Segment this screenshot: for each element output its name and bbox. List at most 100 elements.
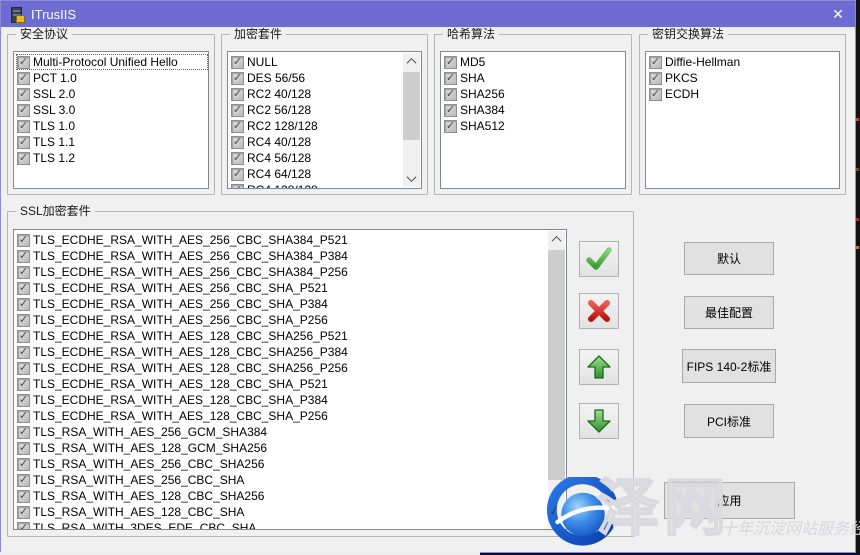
checkbox-checked-icon[interactable]: ✓ bbox=[17, 250, 30, 263]
confirm-button[interactable] bbox=[579, 241, 619, 277]
checkbox-checked-icon[interactable]: ✓ bbox=[17, 234, 30, 247]
checkbox-checked-icon[interactable]: ✓ bbox=[17, 362, 30, 375]
checkbox-checked-icon[interactable]: ✓ bbox=[17, 282, 30, 295]
checkbox-checked-icon[interactable]: ✓ bbox=[17, 410, 30, 423]
scroll-down-button[interactable] bbox=[548, 511, 565, 528]
checkbox-checked-icon[interactable]: ✓ bbox=[231, 152, 244, 165]
checkbox-checked-icon[interactable]: ✓ bbox=[17, 378, 30, 391]
checkbox-checked-icon[interactable]: ✓ bbox=[17, 298, 30, 311]
list-item[interactable]: ✓SHA256 bbox=[443, 86, 625, 102]
fips-button[interactable]: FIPS 140-2标准 bbox=[682, 349, 776, 383]
list-item[interactable]: ✓TLS_ECDHE_RSA_WITH_AES_128_CBC_SHA_P256 bbox=[16, 408, 566, 424]
checkbox-checked-icon[interactable]: ✓ bbox=[649, 56, 662, 69]
list-item[interactable]: ✓TLS_RSA_WITH_AES_128_GCM_SHA256 bbox=[16, 440, 566, 456]
checkbox-checked-icon[interactable]: ✓ bbox=[17, 104, 30, 117]
checkbox-checked-icon[interactable]: ✓ bbox=[17, 120, 30, 133]
checkbox-checked-icon[interactable]: ✓ bbox=[231, 56, 244, 69]
list-item[interactable]: ✓TLS_ECDHE_RSA_WITH_AES_256_CBC_SHA384_P… bbox=[16, 264, 566, 280]
checkbox-checked-icon[interactable]: ✓ bbox=[17, 394, 30, 407]
list-item[interactable]: ✓TLS_ECDHE_RSA_WITH_AES_256_CBC_SHA_P256 bbox=[16, 312, 566, 328]
checkbox-checked-icon[interactable]: ✓ bbox=[17, 426, 30, 439]
checkbox-checked-icon[interactable]: ✓ bbox=[231, 168, 244, 181]
checkbox-checked-icon[interactable]: ✓ bbox=[231, 184, 244, 190]
list-item[interactable]: ✓SHA384 bbox=[443, 102, 625, 118]
list-item[interactable]: ✓RC4 64/128 bbox=[230, 166, 421, 182]
list-item[interactable]: ✓RC2 40/128 bbox=[230, 86, 421, 102]
list-item[interactable]: ✓TLS_ECDHE_RSA_WITH_AES_128_CBC_SHA_P521 bbox=[16, 376, 566, 392]
checkbox-checked-icon[interactable]: ✓ bbox=[649, 72, 662, 85]
checkbox-checked-icon[interactable]: ✓ bbox=[17, 152, 30, 165]
checkbox-checked-icon[interactable]: ✓ bbox=[231, 88, 244, 101]
list-item[interactable]: ✓RC4 40/128 bbox=[230, 134, 421, 150]
checkbox-checked-icon[interactable]: ✓ bbox=[17, 490, 30, 503]
checkbox-checked-icon[interactable]: ✓ bbox=[17, 442, 30, 455]
list-item[interactable]: ✓TLS_RSA_WITH_3DES_EDE_CBC_SHA bbox=[16, 520, 566, 530]
list-item[interactable]: ✓TLS_RSA_WITH_AES_128_CBC_SHA bbox=[16, 504, 566, 520]
list-item[interactable]: ✓DES 56/56 bbox=[230, 70, 421, 86]
key-exchange-list[interactable]: ✓Diffie-Hellman✓PKCS✓ECDH bbox=[645, 51, 840, 189]
list-item[interactable]: ✓TLS_ECDHE_RSA_WITH_AES_128_CBC_SHA256_P… bbox=[16, 344, 566, 360]
list-item[interactable]: ✓RC4 128/128 bbox=[230, 182, 421, 189]
delete-button[interactable] bbox=[579, 293, 619, 329]
checkbox-checked-icon[interactable]: ✓ bbox=[17, 56, 30, 69]
checkbox-checked-icon[interactable]: ✓ bbox=[17, 330, 30, 343]
scrollbar-thumb[interactable] bbox=[403, 72, 420, 140]
list-item[interactable]: ✓TLS_RSA_WITH_AES_256_GCM_SHA384 bbox=[16, 424, 566, 440]
scrollbar[interactable] bbox=[403, 53, 420, 187]
list-item[interactable]: ✓RC4 56/128 bbox=[230, 150, 421, 166]
protocol-list[interactable]: ✓Multi-Protocol Unified Hello✓PCT 1.0✓SS… bbox=[13, 51, 209, 189]
checkbox-checked-icon[interactable]: ✓ bbox=[17, 474, 30, 487]
list-item[interactable]: ✓TLS 1.1 bbox=[16, 134, 208, 150]
list-item[interactable]: ✓RC2 128/128 bbox=[230, 118, 421, 134]
list-item[interactable]: ✓SHA bbox=[443, 70, 625, 86]
checkbox-checked-icon[interactable]: ✓ bbox=[17, 314, 30, 327]
list-item[interactable]: ✓TLS_RSA_WITH_AES_256_CBC_SHA bbox=[16, 472, 566, 488]
move-up-button[interactable] bbox=[579, 349, 619, 385]
list-item[interactable]: ✓Diffie-Hellman bbox=[648, 54, 839, 70]
list-item[interactable]: ✓RC2 56/128 bbox=[230, 102, 421, 118]
scrollbar-thumb[interactable] bbox=[548, 250, 565, 480]
checkbox-checked-icon[interactable]: ✓ bbox=[231, 120, 244, 133]
checkbox-checked-icon[interactable]: ✓ bbox=[231, 136, 244, 149]
move-down-button[interactable] bbox=[579, 403, 619, 439]
close-button[interactable]: ✕ bbox=[821, 1, 855, 27]
list-item[interactable]: ✓TLS_ECDHE_RSA_WITH_AES_128_CBC_SHA256_P… bbox=[16, 328, 566, 344]
pci-button[interactable]: PCI标准 bbox=[684, 404, 774, 438]
scrollbar[interactable] bbox=[548, 231, 565, 528]
list-item[interactable]: ✓PCT 1.0 bbox=[16, 70, 208, 86]
checkbox-checked-icon[interactable]: ✓ bbox=[444, 104, 457, 117]
checkbox-checked-icon[interactable]: ✓ bbox=[444, 56, 457, 69]
list-item[interactable]: ✓TLS_ECDHE_RSA_WITH_AES_128_CBC_SHA256_P… bbox=[16, 360, 566, 376]
list-item[interactable]: ✓SSL 2.0 bbox=[16, 86, 208, 102]
list-item[interactable]: ✓TLS 1.0 bbox=[16, 118, 208, 134]
checkbox-checked-icon[interactable]: ✓ bbox=[17, 506, 30, 519]
list-item[interactable]: ✓Multi-Protocol Unified Hello bbox=[16, 54, 208, 70]
list-item[interactable]: ✓TLS_RSA_WITH_AES_128_CBC_SHA256 bbox=[16, 488, 566, 504]
list-item[interactable]: ✓NULL bbox=[230, 54, 421, 70]
checkbox-checked-icon[interactable]: ✓ bbox=[17, 522, 30, 531]
checkbox-checked-icon[interactable]: ✓ bbox=[17, 88, 30, 101]
list-item[interactable]: ✓SHA512 bbox=[443, 118, 625, 134]
hash-list[interactable]: ✓MD5✓SHA✓SHA256✓SHA384✓SHA512 bbox=[440, 51, 626, 189]
checkbox-checked-icon[interactable]: ✓ bbox=[17, 266, 30, 279]
list-item[interactable]: ✓TLS_ECDHE_RSA_WITH_AES_128_CBC_SHA_P384 bbox=[16, 392, 566, 408]
scroll-up-button[interactable] bbox=[548, 231, 565, 248]
scroll-up-button[interactable] bbox=[403, 53, 420, 70]
list-item[interactable]: ✓TLS 1.2 bbox=[16, 150, 208, 166]
checkbox-checked-icon[interactable]: ✓ bbox=[17, 72, 30, 85]
default-button[interactable]: 默认 bbox=[684, 242, 774, 275]
list-item[interactable]: ✓MD5 bbox=[443, 54, 625, 70]
best-config-button[interactable]: 最佳配置 bbox=[684, 296, 774, 329]
checkbox-checked-icon[interactable]: ✓ bbox=[17, 136, 30, 149]
list-item[interactable]: ✓ECDH bbox=[648, 86, 839, 102]
checkbox-checked-icon[interactable]: ✓ bbox=[231, 104, 244, 117]
list-item[interactable]: ✓TLS_ECDHE_RSA_WITH_AES_256_CBC_SHA384_P… bbox=[16, 232, 566, 248]
list-item[interactable]: ✓TLS_RSA_WITH_AES_256_CBC_SHA256 bbox=[16, 456, 566, 472]
list-item[interactable]: ✓PKCS bbox=[648, 70, 839, 86]
checkbox-checked-icon[interactable]: ✓ bbox=[444, 72, 457, 85]
checkbox-checked-icon[interactable]: ✓ bbox=[231, 72, 244, 85]
checkbox-checked-icon[interactable]: ✓ bbox=[444, 88, 457, 101]
checkbox-checked-icon[interactable]: ✓ bbox=[17, 346, 30, 359]
list-item[interactable]: ✓TLS_ECDHE_RSA_WITH_AES_256_CBC_SHA_P521 bbox=[16, 280, 566, 296]
list-item[interactable]: ✓TLS_ECDHE_RSA_WITH_AES_256_CBC_SHA_P384 bbox=[16, 296, 566, 312]
